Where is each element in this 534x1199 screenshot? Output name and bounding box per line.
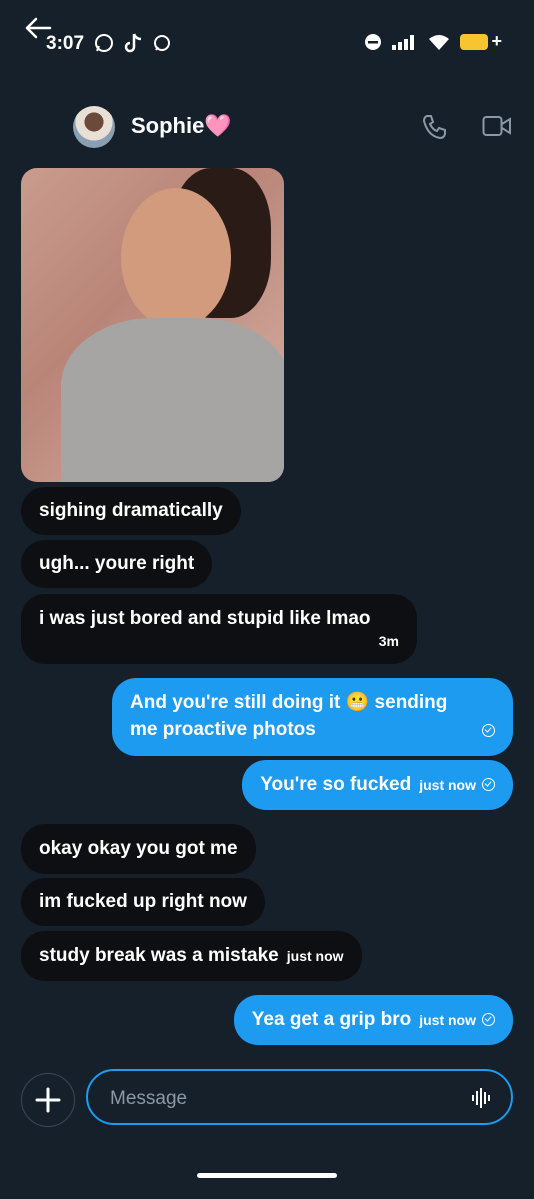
message-time: just now: [419, 777, 476, 793]
message-bubble[interactable]: And you're still doing it 😬 sending me p…: [112, 678, 513, 756]
sent-check-icon: [482, 778, 495, 792]
message-bubble[interactable]: okay okay you got me: [21, 824, 256, 874]
chat-bubble-icon: [154, 35, 170, 51]
message-time: just now: [286, 948, 344, 964]
notification-icons: [94, 33, 172, 53]
contact-name[interactable]: Sophie🩷: [131, 113, 232, 139]
plus-icon: [35, 1087, 61, 1113]
do-not-disturb-icon: [365, 34, 381, 50]
battery-icon: +: [460, 31, 502, 51]
received-photo[interactable]: [21, 168, 284, 482]
message-text: im fucked up right now: [39, 891, 247, 912]
video-call-icon[interactable]: [482, 115, 512, 137]
whatsapp-icon: [95, 34, 113, 52]
message-text: me proactive photos: [130, 716, 495, 743]
message-time: 3m: [378, 633, 399, 649]
signal-icon: [392, 35, 414, 50]
sent-check-icon: [482, 1013, 495, 1027]
avatar[interactable]: [73, 106, 115, 148]
add-attachment-button[interactable]: [21, 1073, 75, 1127]
message-text: study break was a mistake: [39, 945, 279, 966]
photo-face: [121, 188, 231, 328]
message-bubble[interactable]: sighing dramatically: [21, 487, 241, 535]
wifi-icon: [429, 35, 449, 50]
message-bubble[interactable]: You're so fucked just now: [242, 760, 513, 810]
message-bubble[interactable]: study break was a mistake just now: [21, 931, 362, 981]
back-arrow-icon[interactable]: [24, 16, 52, 40]
system-icons: +: [364, 31, 502, 51]
message-bubble[interactable]: ugh... youre right: [21, 540, 213, 588]
message-composer[interactable]: [86, 1069, 513, 1125]
status-bar: 3:07 +: [0, 0, 534, 90]
home-indicator[interactable]: [197, 1173, 337, 1178]
phone-call-icon[interactable]: [420, 113, 448, 141]
message-bubble[interactable]: i was just bored and stupid like lmao 3m: [21, 594, 417, 664]
message-bubble[interactable]: im fucked up right now: [21, 878, 265, 926]
message-text: ugh... youre right: [39, 553, 195, 574]
message-input[interactable]: [108, 1083, 452, 1115]
message-text: And you're still doing it 😬 sending: [130, 692, 448, 713]
message-text: sighing dramatically: [39, 500, 223, 521]
voice-message-icon[interactable]: [471, 1087, 493, 1109]
sent-check-icon: [482, 724, 495, 737]
message-bubble[interactable]: Yea get a grip bro just now: [233, 995, 513, 1045]
message-text: Yea get a grip bro: [251, 1009, 412, 1030]
message-text: i was just bored and stupid like lmao: [39, 608, 371, 629]
message-text: okay okay you got me: [39, 838, 238, 859]
message-time: just now: [419, 1012, 476, 1028]
tiktok-icon: [124, 33, 142, 53]
message-text: You're so fucked: [260, 774, 412, 795]
photo-shirt: [61, 318, 284, 482]
